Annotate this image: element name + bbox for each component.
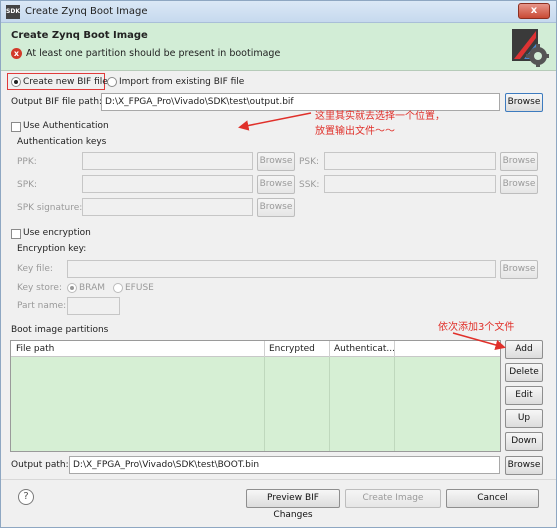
ssk-label: SSK: (299, 180, 320, 190)
key-store-label: Key store: (17, 283, 62, 293)
authentication-keys-section: Authentication keys (17, 137, 107, 147)
output-bif-browse-button[interactable]: Browse (505, 93, 543, 112)
sdk-app-icon: SDK (6, 5, 20, 19)
spk-signature-label: SPK signature: (17, 203, 83, 213)
output-path-label: Output path: (11, 460, 69, 470)
partitions-table-header: File path Encrypted Authenticat... (11, 341, 500, 357)
bram-radio[interactable] (67, 283, 77, 293)
key-file-label: Key file: (17, 264, 53, 274)
part-name-input[interactable] (67, 297, 120, 315)
column-encrypted[interactable]: Encrypted (269, 344, 315, 354)
spk-signature-browse-button[interactable]: Browse (257, 198, 295, 217)
header-title: Create Zynq Boot Image (11, 30, 148, 41)
partitions-table[interactable]: File path Encrypted Authenticat... (10, 340, 501, 452)
import-bif-radio[interactable] (107, 77, 117, 87)
use-encryption-checkbox[interactable] (11, 229, 21, 239)
psk-label: PSK: (299, 157, 320, 167)
column-authenticated[interactable]: Authenticat... (334, 344, 395, 354)
use-authentication-label: Use Authentication (23, 121, 109, 131)
boot-image-partitions-section: Boot image partitions (11, 325, 109, 335)
close-button[interactable]: x (518, 3, 550, 19)
edit-partition-button[interactable]: Edit (505, 386, 543, 405)
move-down-button[interactable]: Down (505, 432, 543, 451)
column-separator (394, 341, 395, 357)
column-separator (264, 341, 265, 357)
column-gridline (329, 357, 330, 451)
move-up-button[interactable]: Up (505, 409, 543, 428)
ssk-input[interactable] (324, 175, 496, 193)
cancel-button[interactable]: Cancel (446, 489, 539, 508)
spk-browse-button[interactable]: Browse (257, 175, 295, 194)
encryption-key-section: Encryption key: (17, 244, 87, 254)
use-authentication-checkbox[interactable] (11, 122, 21, 132)
import-bif-label: Import from existing BIF file (119, 77, 245, 87)
delete-partition-button[interactable]: Delete (505, 363, 543, 382)
footer-separator (1, 479, 556, 480)
help-icon[interactable]: ? (18, 489, 34, 505)
create-image-button[interactable]: Create Image (345, 489, 441, 508)
column-gridline (264, 357, 265, 451)
column-file-path[interactable]: File path (16, 344, 54, 354)
annotation-note-1-line-2: 放置输出文件～～ (315, 126, 395, 137)
header-message: At least one partition should be present… (26, 48, 281, 59)
efuse-radio[interactable] (113, 283, 123, 293)
create-new-bif-radio[interactable] (11, 77, 21, 87)
output-path-browse-button[interactable]: Browse (505, 456, 543, 475)
output-bif-path-label: Output BIF file path: (11, 97, 103, 107)
sdk-gear-logo-icon (512, 29, 549, 67)
spk-label: SPK: (17, 180, 38, 190)
preview-bif-changes-button[interactable]: Preview BIF Changes (246, 489, 340, 520)
dialog-header: Create Zynq Boot Image x At least one pa… (1, 23, 556, 71)
column-separator (329, 341, 330, 357)
part-name-label: Part name: (17, 301, 67, 311)
bram-label: BRAM (79, 283, 105, 293)
ssk-browse-button[interactable]: Browse (500, 175, 538, 194)
psk-input[interactable] (324, 152, 496, 170)
key-file-input[interactable] (67, 260, 496, 278)
ppk-browse-button[interactable]: Browse (257, 152, 295, 171)
column-gridline (394, 357, 395, 451)
output-path-input[interactable]: D:\X_FPGA_Pro\Vivado\SDK\test\BOOT.bin (69, 456, 500, 474)
error-icon: x (11, 48, 22, 59)
annotation-note-2: 依次添加3个文件 (438, 322, 515, 333)
use-encryption-label: Use encryption (23, 228, 91, 238)
key-file-browse-button[interactable]: Browse (500, 260, 538, 279)
window-title: Create Zynq Boot Image (25, 6, 148, 17)
title-bar[interactable]: SDK Create Zynq Boot Image x (1, 1, 556, 23)
efuse-label: EFUSE (125, 283, 154, 293)
ppk-label: PPK: (17, 157, 37, 167)
dialog-window: SDK Create Zynq Boot Image x Create Zynq… (0, 0, 557, 528)
ppk-input[interactable] (82, 152, 253, 170)
add-partition-button[interactable]: Add (505, 340, 543, 359)
spk-signature-input[interactable] (82, 198, 253, 216)
psk-browse-button[interactable]: Browse (500, 152, 538, 171)
spk-input[interactable] (82, 175, 253, 193)
create-new-bif-label: Create new BIF file (23, 77, 108, 87)
annotation-note-1-line-1: 这里其实就去选择一个位置， (315, 111, 445, 122)
annotation-arrow-1 (238, 112, 312, 131)
